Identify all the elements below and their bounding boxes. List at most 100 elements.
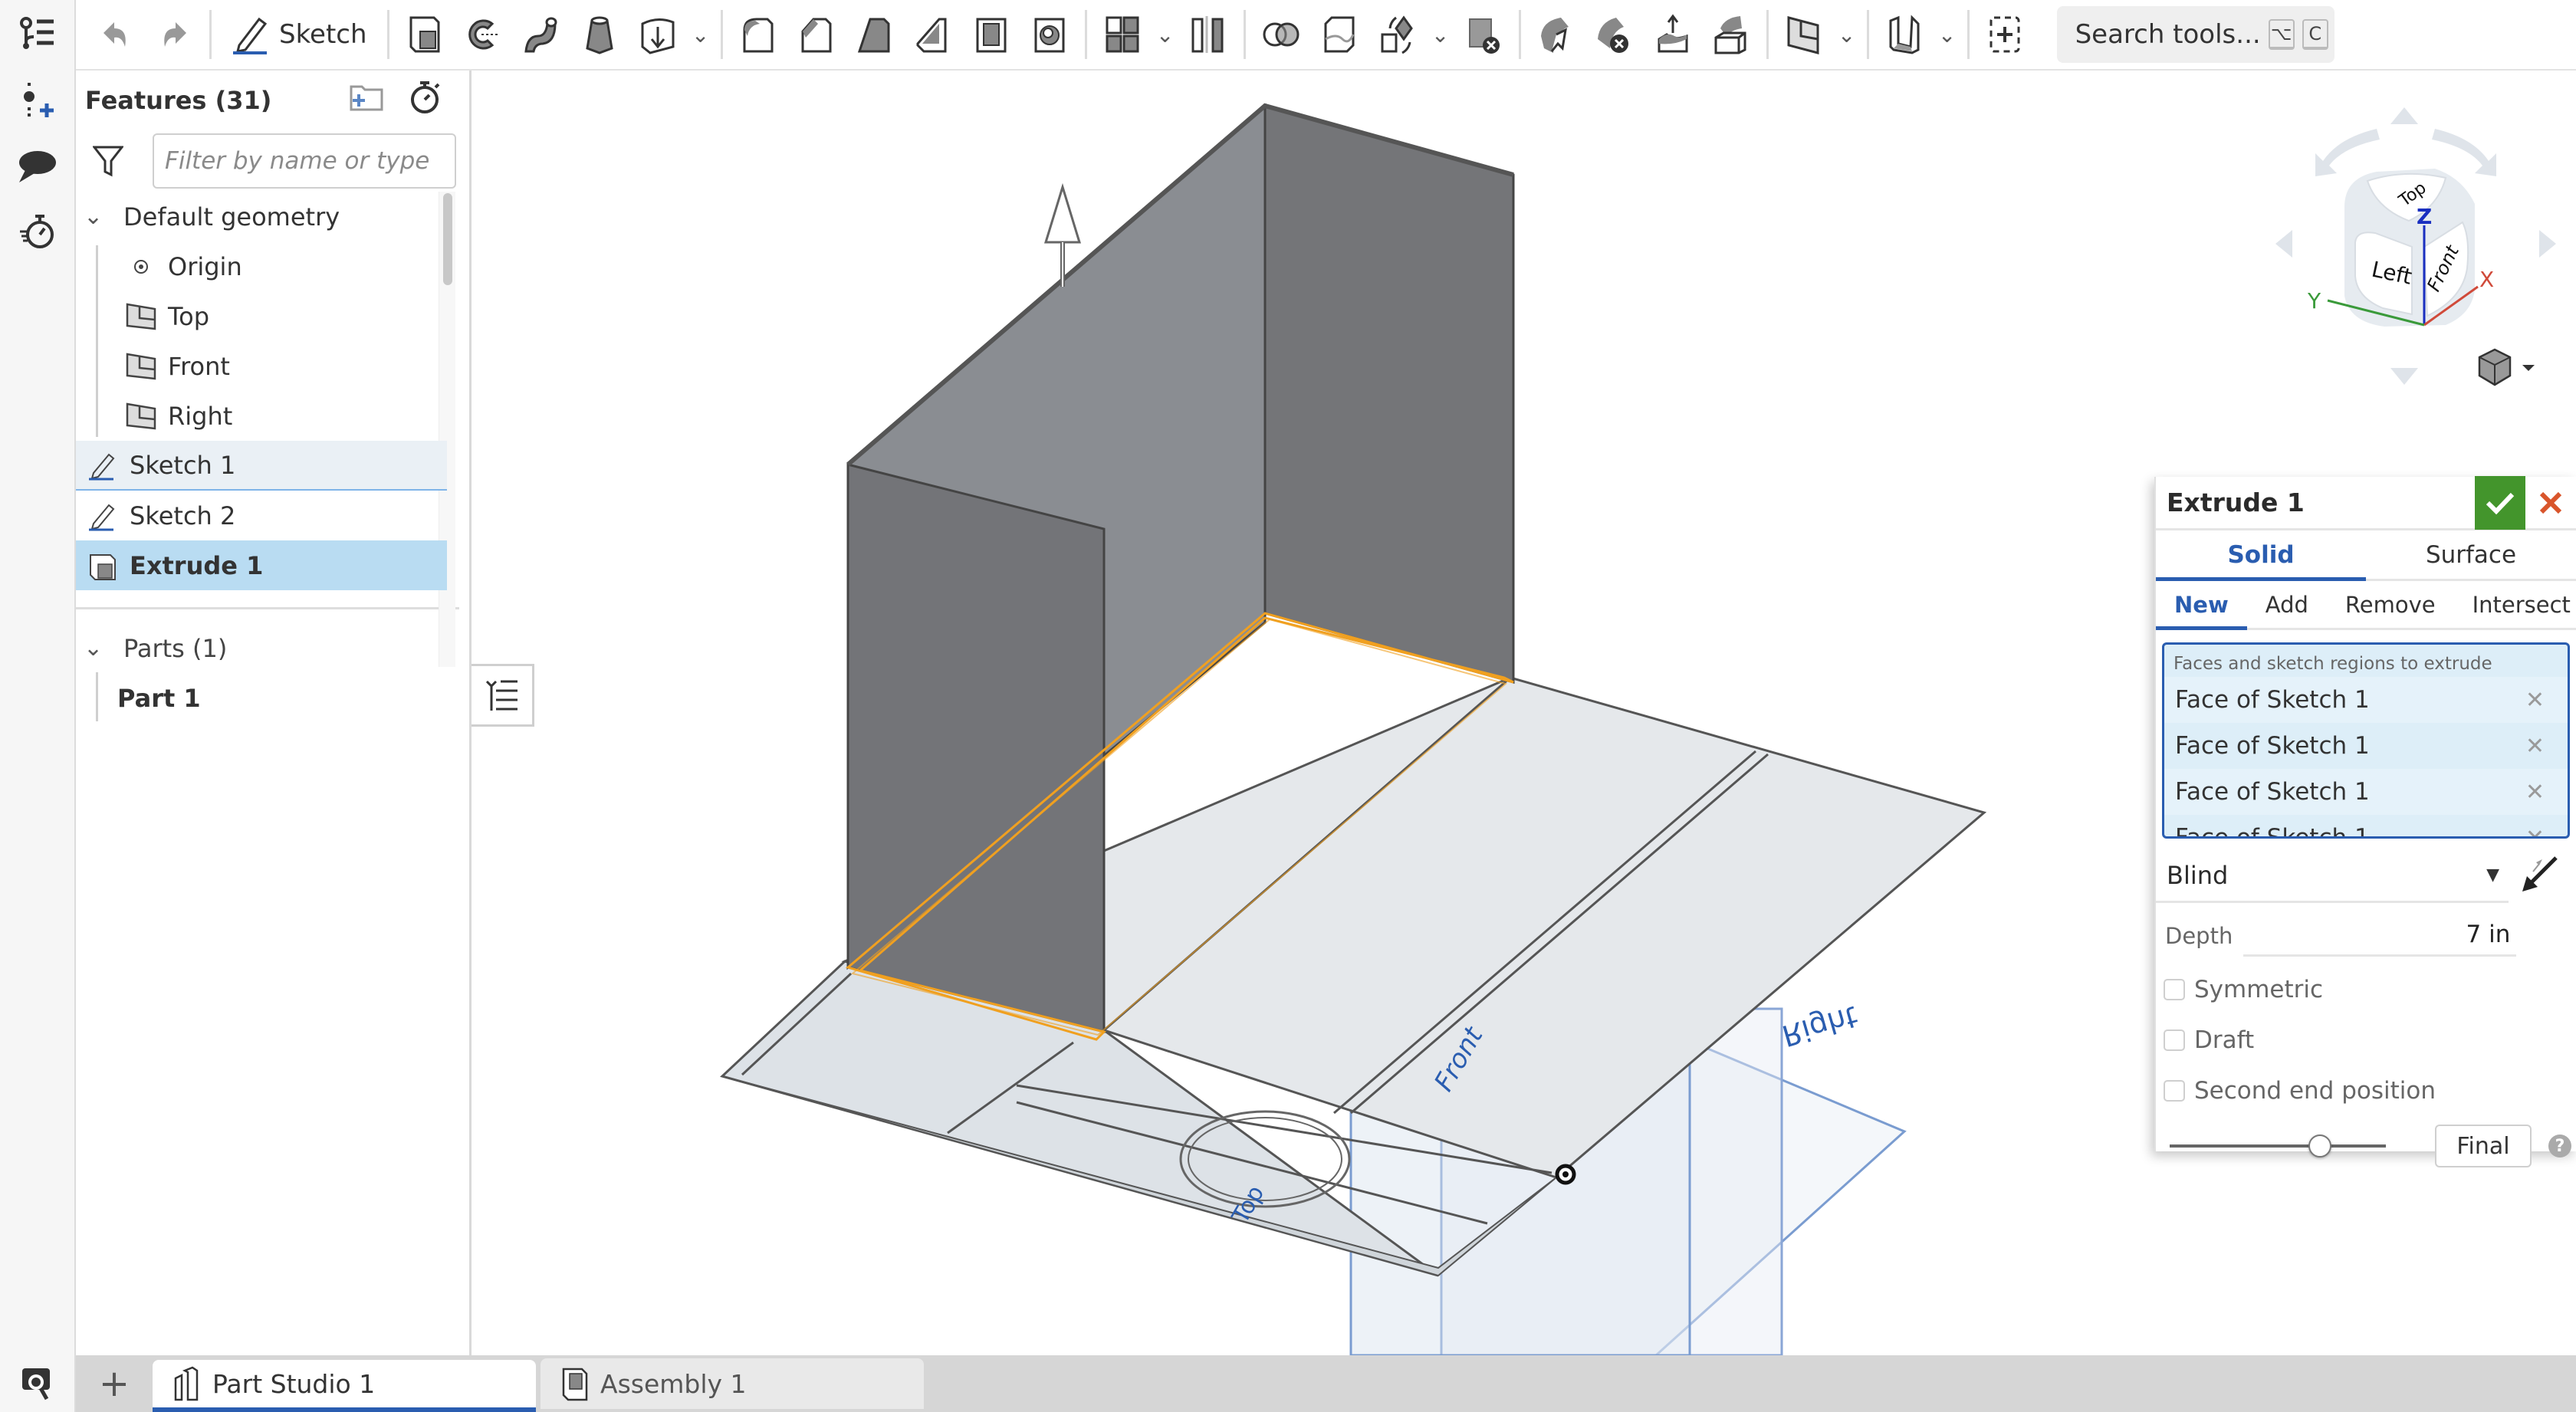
delete-face-tool[interactable]: [1585, 4, 1644, 65]
group-label: Parts (1): [123, 633, 228, 663]
replace-face-icon: [1714, 16, 1746, 54]
rotate-up-arrow[interactable]: [2390, 107, 2418, 124]
op-intersect[interactable]: Intersect: [2454, 581, 2576, 628]
symmetric-checkbox[interactable]: [2164, 979, 2185, 1000]
parts-group[interactable]: ⌄ Parts (1): [76, 623, 447, 673]
selection-item[interactable]: Face of Sketch 1 ✕: [2164, 677, 2568, 723]
rib-tool[interactable]: [904, 4, 962, 65]
sketch-button[interactable]: Sketch: [218, 4, 381, 65]
filter-input[interactable]: [153, 133, 456, 189]
plane-tool[interactable]: [1775, 4, 1833, 65]
add-tab-button[interactable]: +: [76, 1355, 153, 1412]
end-type-select[interactable]: Blind ▼: [2156, 849, 2509, 903]
selection-field[interactable]: Faces and sketch regions to extrude Face…: [2162, 642, 2570, 839]
feature-list-toggle[interactable]: [14, 11, 61, 58]
modify-fillet-tool[interactable]: [1527, 4, 1585, 65]
tree-item-sketch-2[interactable]: Sketch 2: [76, 491, 447, 540]
comments-button[interactable]: [14, 143, 61, 190]
stopwatch-speed-icon: [20, 215, 54, 248]
mirror-tool[interactable]: [1179, 4, 1237, 65]
part-studio-icon: [174, 1366, 199, 1401]
second-end-row[interactable]: Second end position: [2156, 1066, 2576, 1116]
add-folder-button[interactable]: [348, 82, 385, 119]
cancel-button[interactable]: [2525, 476, 2576, 530]
selection-item[interactable]: Face of Sketch 1 ✕: [2164, 723, 2568, 769]
linear-pattern-tool[interactable]: [1093, 4, 1152, 65]
transform-tool[interactable]: [1368, 4, 1427, 65]
draft-row[interactable]: Draft: [2156, 1015, 2576, 1066]
add-custom-feature-button[interactable]: [1976, 4, 2034, 65]
tree-item-top-plane[interactable]: Top: [76, 291, 447, 341]
op-remove[interactable]: Remove: [2327, 581, 2454, 628]
tab-assembly-1[interactable]: Assembly 1: [540, 1358, 924, 1409]
more-tools-dropdown[interactable]: ⌄: [1934, 4, 1961, 65]
draft-checkbox[interactable]: [2164, 1029, 2185, 1051]
thicken-tool[interactable]: [629, 4, 687, 65]
boolean-tool[interactable]: [1252, 4, 1310, 65]
sweep-tool[interactable]: [512, 4, 570, 65]
end-type-row: Blind ▼: [2156, 849, 2576, 903]
revolve-tool[interactable]: [454, 4, 512, 65]
transform-tools-dropdown[interactable]: ⌄: [1427, 4, 1454, 65]
rotate-left-arrow[interactable]: [2275, 230, 2292, 258]
split-tool[interactable]: [1310, 4, 1368, 65]
draft-tool[interactable]: [846, 4, 904, 65]
orbit-left-arrow[interactable]: [2315, 129, 2380, 176]
tree-item-sketch-1[interactable]: Sketch 1: [76, 441, 447, 491]
loft-tool[interactable]: [570, 4, 629, 65]
tree-item-origin[interactable]: Origin: [76, 241, 447, 291]
second-end-checkbox[interactable]: [2164, 1080, 2185, 1102]
search-view-button[interactable]: [17, 1363, 60, 1406]
tree-item-extrude-1[interactable]: Extrude 1: [76, 540, 447, 590]
shell-tool[interactable]: [962, 4, 1020, 65]
flip-direction-button[interactable]: [2519, 855, 2559, 898]
rollback-timer-button[interactable]: [408, 80, 442, 121]
view-cube[interactable]: Top Left Front Z X Y: [2254, 92, 2561, 399]
filter-icon[interactable]: [93, 144, 123, 178]
selection-item[interactable]: Face of Sketch 1 ✕: [2164, 769, 2568, 815]
thicken-icon: [641, 18, 675, 54]
extrude-tool[interactable]: [396, 4, 454, 65]
tree-item-front-plane[interactable]: Front: [76, 341, 447, 391]
selection-item[interactable]: Face of Sketch 1 ✕: [2164, 815, 2568, 837]
remove-selection-icon[interactable]: ✕: [2525, 825, 2545, 837]
default-geometry-group[interactable]: ⌄ Default geometry: [76, 192, 447, 241]
chamfer-tool[interactable]: [787, 4, 846, 65]
rotate-right-arrow[interactable]: [2539, 230, 2556, 258]
insert-feature-button[interactable]: [14, 77, 61, 124]
op-new[interactable]: New: [2156, 581, 2247, 630]
mate-connector-tool[interactable]: [1875, 4, 1934, 65]
final-button[interactable]: Final: [2435, 1125, 2532, 1167]
redo-button[interactable]: [145, 4, 203, 65]
remove-selection-icon[interactable]: ✕: [2525, 687, 2545, 714]
remove-selection-icon[interactable]: ✕: [2525, 779, 2545, 806]
slider-thumb[interactable]: [2308, 1135, 2332, 1158]
tab-solid[interactable]: Solid: [2156, 530, 2366, 581]
hole-tool[interactable]: [1020, 4, 1079, 65]
undo-button[interactable]: [87, 4, 145, 65]
rollback-slider[interactable]: [2170, 1135, 2386, 1158]
move-face-tool[interactable]: [1644, 4, 1702, 65]
delete-part-tool[interactable]: [1454, 4, 1513, 65]
part-item[interactable]: Part 1: [76, 673, 447, 723]
tree-item-right-plane[interactable]: Right: [76, 391, 447, 441]
op-add[interactable]: Add: [2247, 581, 2327, 628]
accept-button[interactable]: [2475, 475, 2525, 530]
performance-button[interactable]: [14, 207, 61, 254]
rotate-down-arrow[interactable]: [2390, 368, 2418, 385]
view-mode-dropdown[interactable]: [2478, 348, 2535, 386]
tab-surface[interactable]: Surface: [2366, 530, 2576, 579]
tab-part-studio-1[interactable]: Part Studio 1: [153, 1360, 536, 1412]
pattern-tools-dropdown[interactable]: ⌄: [1152, 4, 1179, 65]
search-tools-button[interactable]: Search tools... ⌥ C: [2056, 6, 2334, 63]
fillet-tool[interactable]: [729, 4, 787, 65]
orbit-right-arrow[interactable]: [2432, 129, 2496, 176]
replace-face-tool[interactable]: [1702, 4, 1760, 65]
remove-selection-icon[interactable]: ✕: [2525, 733, 2545, 760]
plane-tools-dropdown[interactable]: ⌄: [1833, 4, 1861, 65]
depth-input[interactable]: 7 in: [2243, 912, 2517, 957]
flip-direction-icon: [2522, 856, 2558, 892]
help-icon[interactable]: ?: [2548, 1135, 2571, 1158]
symmetric-row[interactable]: Symmetric: [2156, 964, 2576, 1015]
surface-tools-dropdown[interactable]: ⌄: [687, 4, 715, 65]
